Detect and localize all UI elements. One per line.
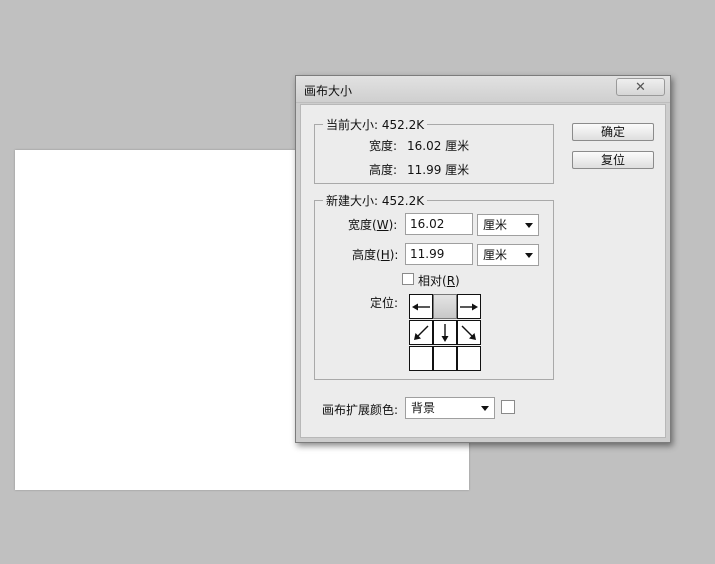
chevron-down-icon xyxy=(525,253,533,258)
anchor-bottom-right[interactable] xyxy=(457,346,481,371)
anchor-grid xyxy=(409,294,481,371)
extension-color-value: 背景 xyxy=(411,401,436,415)
arrow-down-right-icon xyxy=(461,325,476,340)
arrow-right-icon xyxy=(460,303,478,310)
width-input[interactable]: 16.02 xyxy=(405,213,473,235)
new-width-label: 宽度(W): xyxy=(348,218,398,232)
extension-color-swatch[interactable] xyxy=(501,400,515,414)
height-unit-select[interactable]: 厘米 xyxy=(477,244,539,266)
anchor-bottom-center[interactable] xyxy=(433,346,457,371)
current-width-value: 16.02 厘米 xyxy=(407,139,470,153)
new-height-label: 高度(H): xyxy=(352,248,399,262)
current-size-legend: 当前大小: 452.2K xyxy=(326,118,425,132)
anchor-top-center[interactable] xyxy=(433,294,457,319)
current-height-value: 11.99 厘米 xyxy=(407,163,470,177)
chevron-down-icon xyxy=(525,223,533,228)
anchor-middle-right[interactable] xyxy=(457,320,481,345)
new-size-legend: 新建大小: 452.2K xyxy=(326,194,425,208)
chevron-down-icon xyxy=(481,406,489,411)
dialog-titlebar[interactable]: 画布大小 ✕ xyxy=(296,76,670,103)
ok-button[interactable]: 确定 xyxy=(572,123,654,141)
anchor-top-right[interactable] xyxy=(457,294,481,319)
relative-label[interactable]: 相对(R) xyxy=(418,272,460,289)
height-unit-value: 厘米 xyxy=(483,248,508,262)
width-unit-select[interactable]: 厘米 xyxy=(477,214,539,236)
current-width-label: 宽度: xyxy=(369,139,398,153)
height-input[interactable]: 11.99 xyxy=(405,243,473,265)
anchor-middle-left[interactable] xyxy=(409,320,433,345)
dialog-title: 画布大小 xyxy=(304,84,353,98)
relative-checkbox[interactable] xyxy=(402,273,414,285)
anchor-middle-center[interactable] xyxy=(433,320,457,345)
close-icon: ✕ xyxy=(635,79,646,95)
arrow-down-left-icon xyxy=(414,325,429,340)
arrow-left-icon xyxy=(412,303,430,310)
anchor-top-left[interactable] xyxy=(409,294,433,319)
anchor-bottom-left[interactable] xyxy=(409,346,433,371)
current-height-label: 高度: xyxy=(369,163,398,177)
extension-color-select[interactable]: 背景 xyxy=(405,397,495,419)
reset-button[interactable]: 复位 xyxy=(572,151,654,169)
arrow-down-icon xyxy=(441,323,449,342)
extension-color-label: 画布扩展颜色: xyxy=(322,403,399,417)
width-unit-value: 厘米 xyxy=(483,218,508,232)
close-button[interactable]: ✕ xyxy=(616,78,665,96)
anchor-label: 定位: xyxy=(370,296,399,310)
